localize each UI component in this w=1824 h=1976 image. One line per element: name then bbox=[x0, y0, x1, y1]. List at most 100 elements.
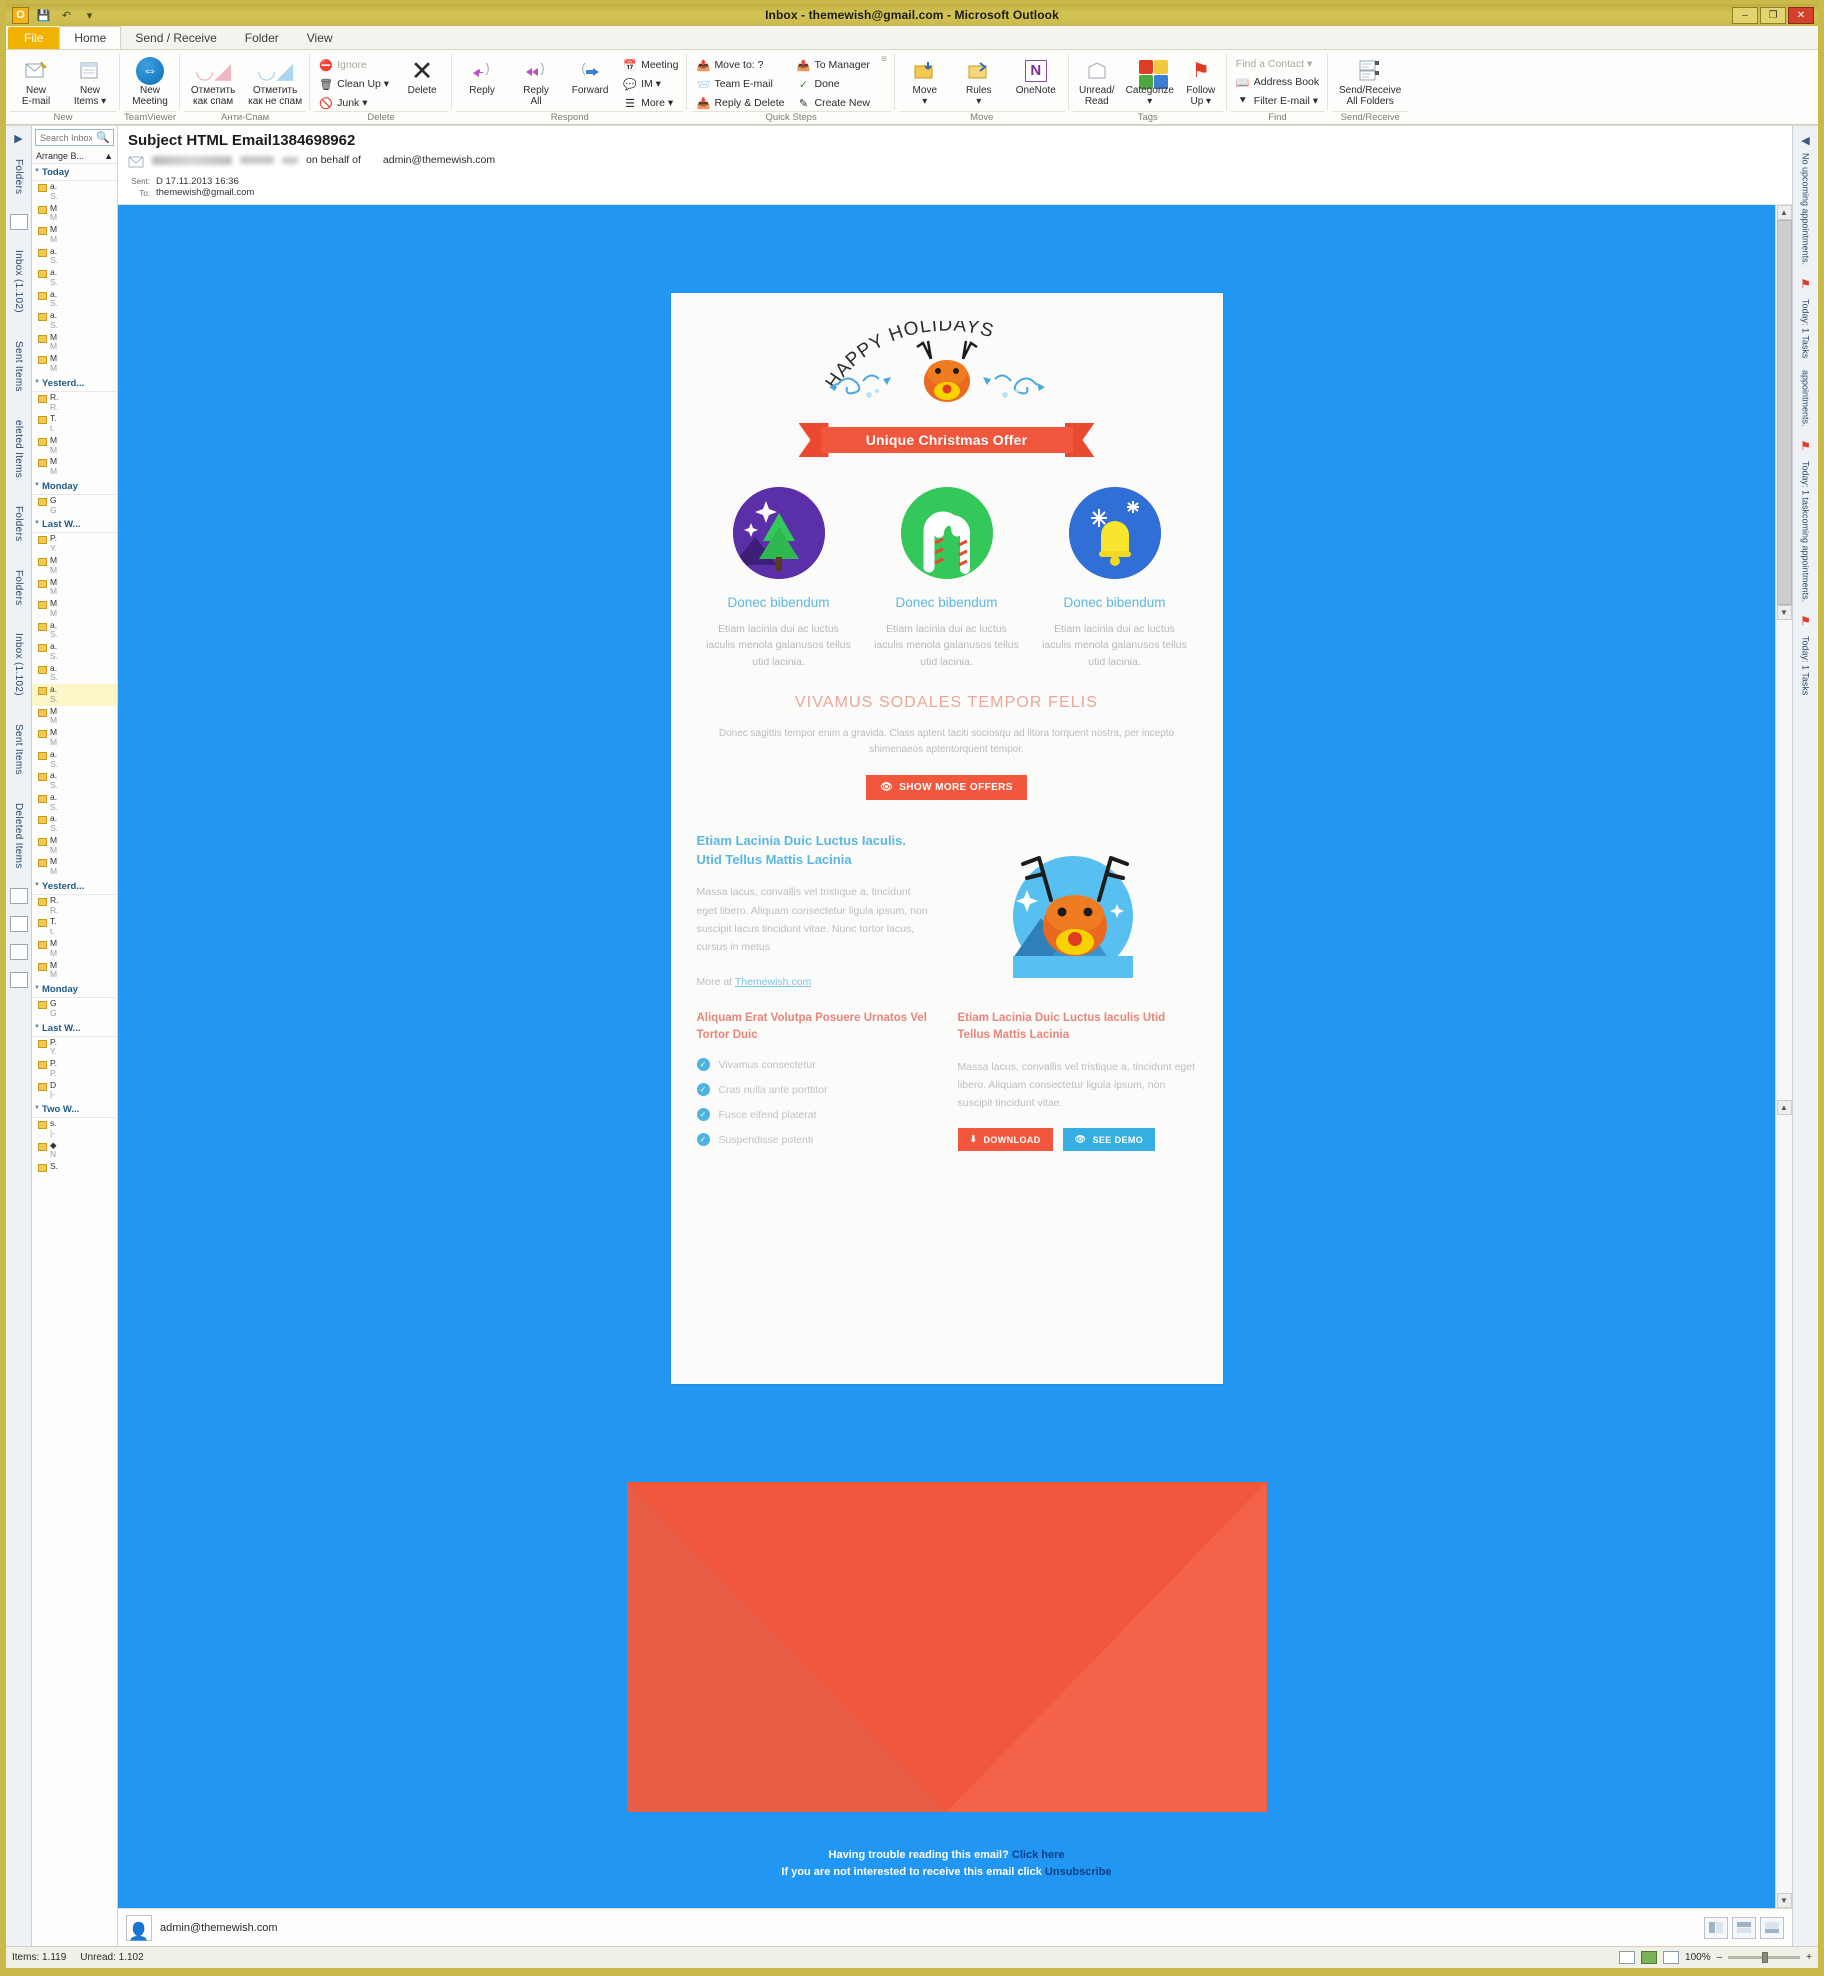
message-list-item[interactable]: P. P. bbox=[32, 1058, 117, 1080]
click-here-link[interactable]: Click here bbox=[1012, 1849, 1065, 1861]
collapse-todo-icon[interactable]: ◀ bbox=[1801, 134, 1809, 147]
scroll-down-arrow[interactable]: ▼ bbox=[1776, 1893, 1792, 1908]
message-list-item[interactable]: a. S. bbox=[32, 289, 117, 311]
message-list-item[interactable]: MM bbox=[32, 835, 117, 857]
message-list-item[interactable]: MM bbox=[32, 435, 117, 457]
zoom-in-button[interactable]: + bbox=[1806, 1952, 1812, 1963]
categorize-button[interactable]: Categorize ▾ bbox=[1123, 54, 1177, 109]
message-group-header[interactable]: Last W... bbox=[32, 1020, 117, 1037]
im-button[interactable]: 💬 IM ▾ bbox=[620, 76, 681, 92]
send-receive-all-button[interactable]: Send/Receive All Folders bbox=[1332, 54, 1408, 109]
see-demo-button[interactable]: 👁 SEE DEMO bbox=[1062, 1128, 1156, 1152]
message-list-item[interactable]: MM bbox=[32, 456, 117, 478]
zoom-slider-knob[interactable] bbox=[1762, 1952, 1769, 1963]
message-list-item[interactable]: MM bbox=[32, 938, 117, 960]
mail-view-icon[interactable] bbox=[9, 214, 28, 231]
customize-icon[interactable]: ▾ bbox=[81, 7, 98, 24]
message-list-item[interactable]: ◆ N bbox=[32, 1140, 117, 1162]
message-group-header[interactable]: Monday bbox=[32, 478, 117, 495]
themewish-link[interactable]: Themewish.com bbox=[735, 976, 811, 988]
unsubscribe-link[interactable]: Unsubscribe bbox=[1045, 1866, 1112, 1878]
download-button[interactable]: ⬇ DOWNLOAD bbox=[957, 1128, 1053, 1152]
follow-up-button[interactable]: ⚑ Follow Up ▾ bbox=[1179, 54, 1223, 109]
message-list-item[interactable]: MM bbox=[32, 332, 117, 354]
reading-pane-icon[interactable] bbox=[1704, 1916, 1728, 1939]
calendar-view-icon[interactable] bbox=[9, 888, 28, 905]
quicksteps-expand-icon[interactable]: ≡ bbox=[877, 54, 891, 65]
message-group-header[interactable]: Two W... bbox=[32, 1101, 117, 1119]
minimize-button[interactable]: – bbox=[1732, 6, 1758, 24]
message-list[interactable]: Todaya.S.MMMMa.S.a.S.a.S.a.S.MMMMYesterd… bbox=[32, 164, 117, 1946]
ignore-button[interactable]: ⛔ Ignore bbox=[316, 57, 392, 73]
reply-button[interactable]: Reply bbox=[456, 54, 508, 99]
tasks-view-icon[interactable] bbox=[9, 944, 28, 961]
onenote-button[interactable]: N OneNote bbox=[1007, 54, 1065, 99]
message-list-item[interactable]: a. S. bbox=[32, 749, 117, 771]
unread-read-button[interactable]: Unread/Read bbox=[1073, 54, 1121, 109]
more-button[interactable]: ☰ More ▾ bbox=[620, 95, 681, 111]
normal-view-icon[interactable] bbox=[1619, 1951, 1636, 1964]
message-list-item[interactable]: a. S. bbox=[32, 684, 117, 706]
zoom-out-button[interactable]: – bbox=[1717, 1952, 1723, 1963]
scroll-up-arrow[interactable]: ▲ bbox=[1776, 205, 1792, 220]
list-view-icon[interactable] bbox=[1732, 1916, 1756, 1939]
cleanup-button[interactable]: 🗑 Clean Up ▾ bbox=[316, 76, 392, 92]
message-list-item[interactable]: a. S. bbox=[32, 267, 117, 289]
arrange-sort-icon[interactable]: ▲ bbox=[104, 151, 113, 161]
tab-view[interactable]: View bbox=[293, 27, 347, 49]
filter-email-button[interactable]: ⯆ Filter E-mail ▾ bbox=[1233, 93, 1322, 109]
message-list-item[interactable]: MM bbox=[32, 598, 117, 620]
message-list-item[interactable]: MM bbox=[32, 555, 117, 577]
message-list-item[interactable]: MM bbox=[32, 224, 117, 246]
message-list-item[interactable]: D |- bbox=[32, 1080, 117, 1102]
message-list-item[interactable]: MM bbox=[32, 960, 117, 982]
scroll-track[interactable]: ▼ ▲ bbox=[1776, 220, 1792, 1893]
message-group-header[interactable]: Yesterd... bbox=[32, 375, 117, 392]
reading-view-icon[interactable] bbox=[1641, 1951, 1658, 1964]
tab-folder[interactable]: Folder bbox=[231, 27, 293, 49]
message-list-item[interactable]: GG bbox=[32, 998, 117, 1020]
message-list-item[interactable]: MM bbox=[32, 353, 117, 375]
message-list-item[interactable]: MM bbox=[32, 203, 117, 225]
to-manager-button[interactable]: 📤 To Manager bbox=[793, 57, 872, 73]
message-group-header[interactable]: Today bbox=[32, 164, 117, 181]
message-list-item[interactable]: S. bbox=[32, 1161, 117, 1173]
body-vertical-scrollbar[interactable]: ▲ ▼ ▲ ▼ bbox=[1775, 205, 1792, 1908]
move-button[interactable]: Move ▾ bbox=[899, 54, 951, 109]
new-email-button[interactable]: New E-mail bbox=[10, 54, 62, 109]
message-list-item[interactable]: a. S. bbox=[32, 792, 117, 814]
meeting-button[interactable]: 📅 Meeting bbox=[620, 57, 681, 73]
team-email-button[interactable]: 📨 Team E-mail bbox=[693, 76, 787, 92]
forward-button[interactable]: Forward bbox=[564, 54, 616, 99]
junk-button[interactable]: 🚫 Junk ▾ bbox=[316, 95, 392, 111]
message-list-item[interactable]: a. S. bbox=[32, 310, 117, 332]
zoom-slider[interactable] bbox=[1728, 1952, 1801, 1963]
search-icon[interactable]: 🔍 bbox=[96, 131, 110, 144]
new-meeting-button[interactable]: ⇔ New Meeting bbox=[124, 54, 176, 109]
message-list-item[interactable]: a. S. bbox=[32, 620, 117, 642]
reply-delete-button[interactable]: 📥 Reply & Delete bbox=[693, 95, 787, 111]
new-items-button[interactable]: New Items ▾ bbox=[64, 54, 116, 109]
tab-file[interactable]: File bbox=[8, 27, 60, 49]
message-list-item[interactable]: MM bbox=[32, 727, 117, 749]
address-book-button[interactable]: 📖 Address Book bbox=[1233, 74, 1322, 90]
tab-home[interactable]: Home bbox=[59, 26, 122, 49]
scroll-thumb[interactable] bbox=[1776, 220, 1792, 605]
message-list-item[interactable]: MM bbox=[32, 706, 117, 728]
reply-all-button[interactable]: Reply All bbox=[510, 54, 562, 109]
message-list-item[interactable]: a. S. bbox=[32, 770, 117, 792]
delete-button[interactable]: ✕ Delete bbox=[396, 54, 448, 99]
close-button[interactable]: ✕ bbox=[1788, 6, 1814, 24]
compact-view-icon[interactable] bbox=[1663, 1951, 1680, 1964]
message-list-item[interactable]: a. S. bbox=[32, 813, 117, 835]
rules-button[interactable]: Rules ▾ bbox=[953, 54, 1005, 109]
message-list-item[interactable]: T. t. bbox=[32, 413, 117, 435]
mark-spam-button[interactable]: ◡◢ Отметить как спам bbox=[184, 54, 242, 109]
message-list-item[interactable]: T. t. bbox=[32, 916, 117, 938]
find-contact-button[interactable]: Find a Contact ▾ bbox=[1233, 57, 1322, 71]
message-list-item[interactable]: P. Y. bbox=[32, 533, 117, 555]
scroll-sub-arrow-down[interactable]: ▼ bbox=[1776, 605, 1792, 620]
undo-icon[interactable]: ↶ bbox=[58, 7, 75, 24]
done-button[interactable]: ✓ Done bbox=[793, 76, 872, 92]
office-logo-icon[interactable]: O bbox=[12, 6, 29, 24]
